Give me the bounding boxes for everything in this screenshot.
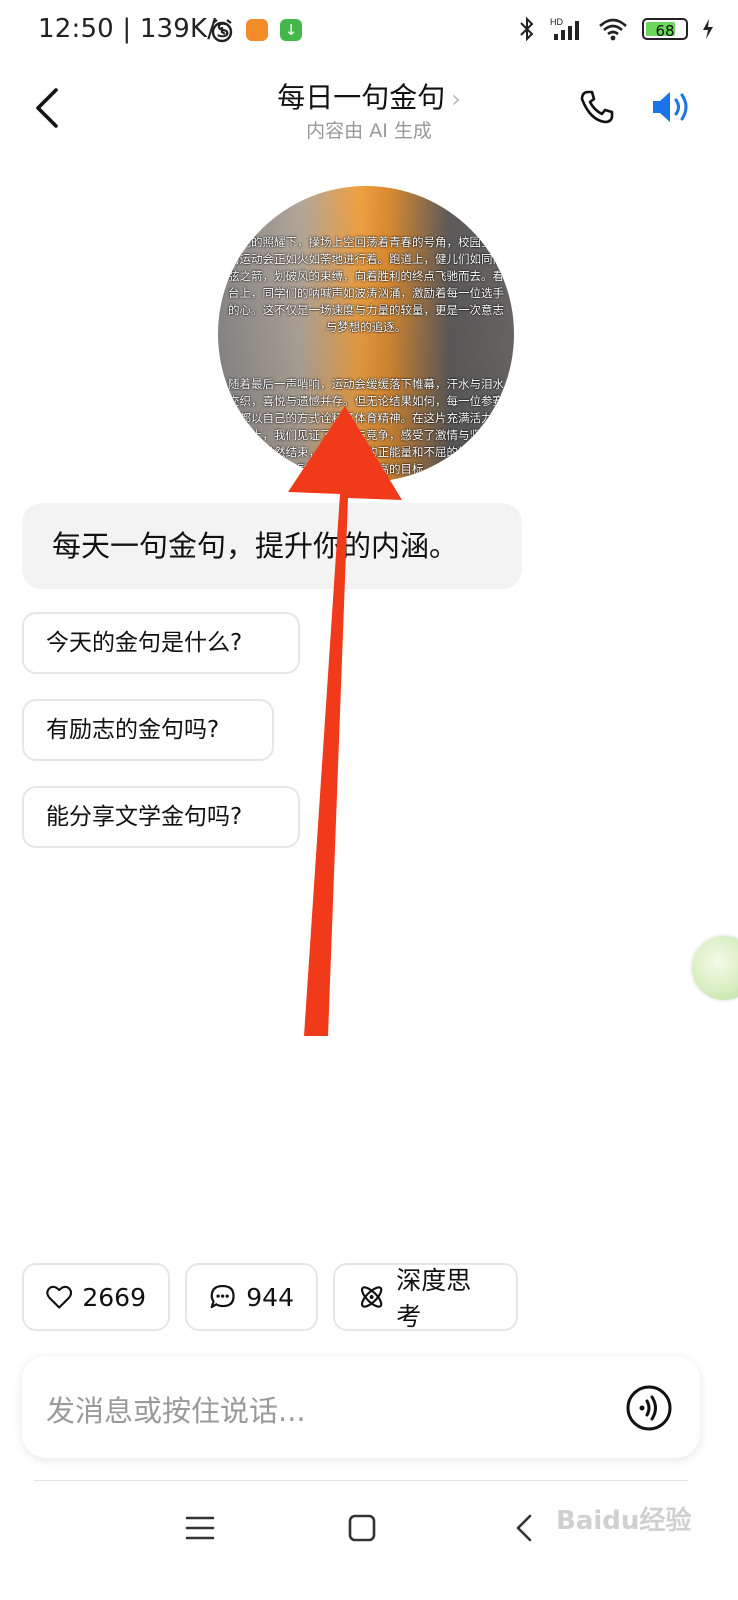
watermark: Baidu经验 [556,1506,692,1536]
charging-icon [703,19,713,39]
bot-message-bubble: 每天一句金句，提升你的内涵。 [22,503,522,589]
suggestion-chip[interactable]: 有励志的金句吗? [22,699,274,761]
battery-icon: 68 [642,18,688,40]
suggestion-chip[interactable]: 能分享文学金句吗? [22,786,300,848]
speaker-icon[interactable] [650,88,694,126]
nav-back-icon[interactable] [506,1508,546,1548]
avatar-text-block-2: 随着最后一声哨响，运动会缓缓落下帷幕，汗水与泪水交织，喜悦与遗憾并存。但无论结果… [228,377,504,476]
comment-count: 944 [246,1282,294,1312]
page-subtitle: 内容由 AI 生成 [306,120,432,142]
suggestion-chip[interactable]: 今天的金句是什么? [22,612,300,674]
signal-icon: HD [550,17,579,40]
svg-text:HD: HD [550,17,563,27]
input-placeholder: 发消息或按住说话... [46,1394,306,1428]
app-icon [246,19,268,41]
like-button[interactable]: 2669 [22,1263,170,1331]
floating-assistant-icon[interactable] [692,936,738,1000]
avatar-text-block-1: 阳光的照耀下，操场上空回荡着青春的号角，校园空前的运动会正如火如荼地进行着。跑道… [228,235,504,334]
bot-avatar[interactable]: 阳光的照耀下，操场上空回荡着青春的号角，校园空前的运动会正如火如荼地进行着。跑道… [218,186,514,482]
home-icon[interactable] [342,1508,382,1548]
menu-icon[interactable] [180,1508,220,1548]
phone-icon[interactable] [578,88,616,126]
deep-think-button[interactable]: 深度思考 [333,1263,518,1331]
divider [34,1480,688,1481]
page-title[interactable]: 每日一句金句 › [0,76,738,116]
alarm-icon [211,19,233,43]
atom-icon [360,1286,383,1308]
status-time: 12:50 | 139K/s [38,14,230,44]
bluetooth-icon [520,16,534,42]
comment-icon [210,1284,235,1309]
heart-icon [46,1285,73,1309]
like-count: 2669 [82,1282,146,1312]
status-icons: HD 68 [518,16,714,42]
title-text: 每日一句金句 [277,81,446,114]
deep-think-label: 深度思考 [396,1266,472,1331]
comment-button[interactable]: 944 [185,1263,318,1331]
wifi-icon [599,18,627,41]
voice-input-icon[interactable] [626,1385,672,1431]
download-icon: ↓ [280,19,302,41]
chevron-right-icon: › [451,85,461,113]
